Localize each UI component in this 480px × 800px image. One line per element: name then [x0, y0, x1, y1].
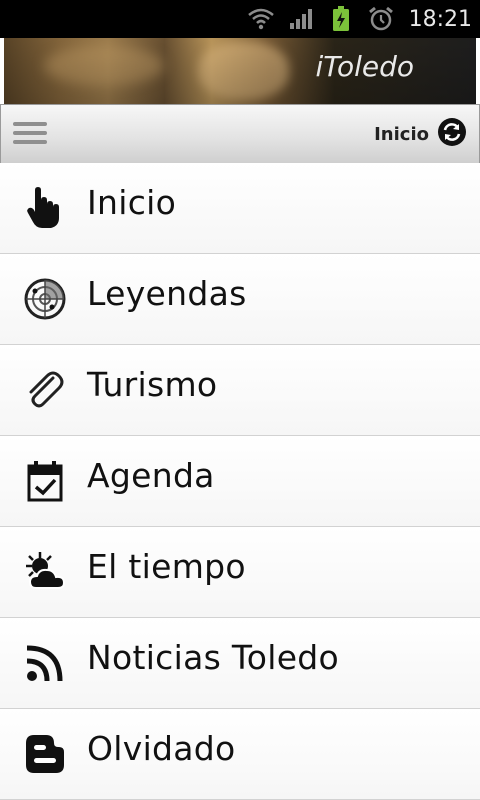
menu-item-turismo[interactable]: Turismo	[0, 345, 480, 436]
menu-item-label: Noticias Toledo	[87, 638, 340, 677]
menu-item-label: El tiempo	[87, 547, 246, 586]
app-title: iToledo	[315, 50, 414, 83]
calendar-check-icon	[22, 458, 68, 504]
menu-item-agenda[interactable]: Agenda	[0, 436, 480, 527]
menu-item-label: Leyendas	[87, 274, 247, 313]
menu-item-el-tiempo[interactable]: El tiempo	[0, 527, 480, 618]
action-bar: Inicio	[0, 104, 480, 164]
refresh-icon	[437, 117, 467, 151]
menu-item-label: Inicio	[87, 183, 177, 222]
menu-item-leyendas[interactable]: Leyendas	[0, 254, 480, 345]
alarm-icon	[367, 5, 395, 33]
menu-item-label: Olvidado	[87, 729, 236, 768]
menu-item-olvidado[interactable]: Olvidado	[0, 709, 480, 800]
menu-item-label: Agenda	[87, 456, 215, 495]
blogger-icon	[22, 731, 68, 777]
menu-item-label: Turismo	[87, 365, 218, 404]
paperclip-icon	[22, 367, 68, 413]
hand-pointer-icon	[22, 185, 68, 231]
rss-icon	[22, 640, 68, 686]
refresh-button[interactable]: Inicio	[374, 118, 467, 150]
radar-icon	[22, 276, 68, 322]
navigation-menu: Inicio Leyendas Turismo Agenda El tiempo…	[0, 163, 480, 800]
weather-icon	[22, 549, 68, 595]
signal-icon	[287, 5, 315, 33]
header-banner: iToledo	[4, 38, 476, 104]
clock-time: 18:21	[408, 6, 472, 32]
battery-charging-icon	[327, 5, 355, 33]
wifi-icon	[247, 5, 275, 33]
menu-button[interactable]	[13, 122, 47, 148]
menu-item-inicio[interactable]: Inicio	[0, 163, 480, 254]
current-section-label: Inicio	[374, 123, 429, 145]
status-bar: 18:21	[0, 0, 480, 38]
menu-item-noticias-toledo[interactable]: Noticias Toledo	[0, 618, 480, 709]
